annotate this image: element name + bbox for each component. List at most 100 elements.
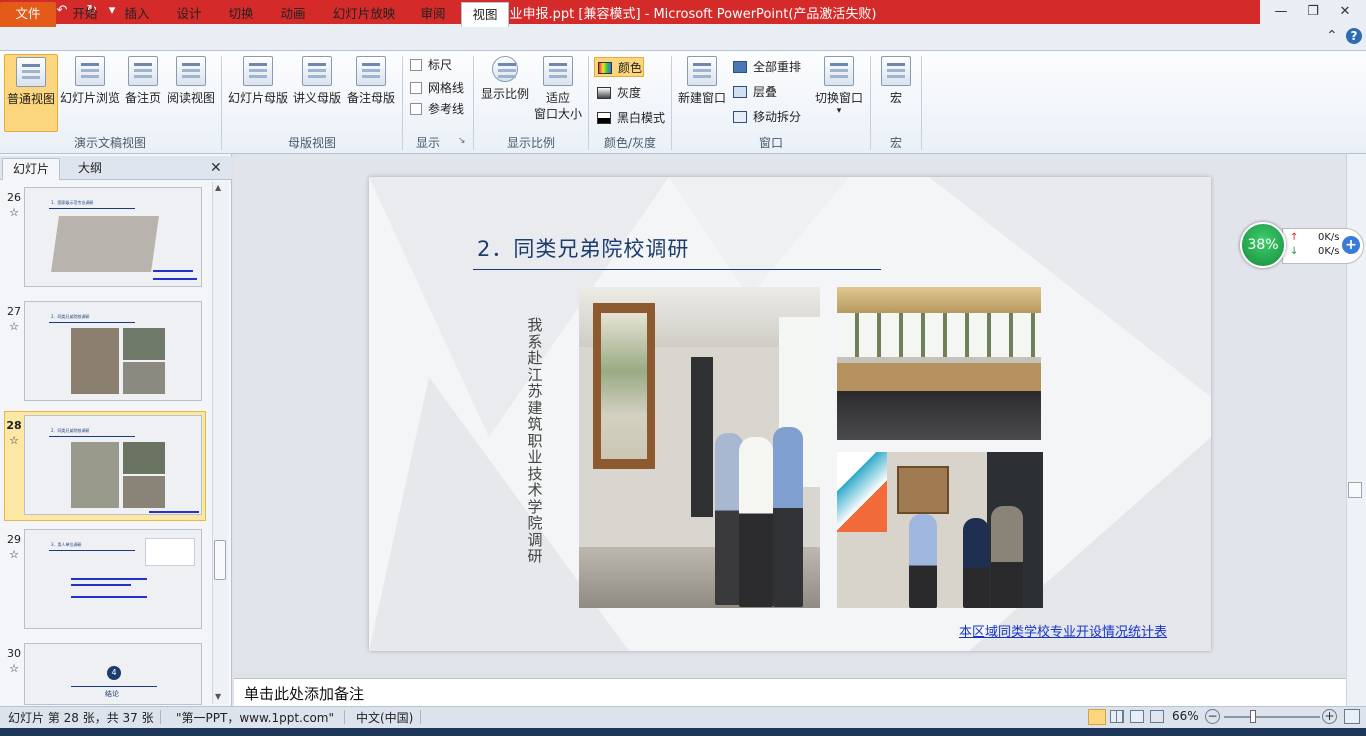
thumb-link	[149, 511, 199, 513]
tab-review[interactable]: 审阅	[410, 2, 456, 27]
cascade-button[interactable]: 层叠	[733, 82, 777, 102]
group-separator	[921, 56, 922, 150]
slide-master-button[interactable]: 幻灯片母版	[227, 54, 289, 132]
star-icon: ☆	[9, 662, 19, 675]
notes-pane[interactable]	[234, 678, 1346, 706]
tab-animations[interactable]: 动画	[270, 2, 316, 27]
theme-name-status[interactable]: "第一PPT，www.1ppt.com"	[176, 709, 334, 726]
photo-person	[773, 427, 803, 607]
ribbon-tab-row	[0, 24, 1366, 51]
thumb-logo	[145, 538, 195, 566]
slide-thumbnail-26[interactable]: 1．国家级示范专业调研	[24, 187, 202, 287]
handout-master-button[interactable]: 讲义母版	[290, 54, 344, 132]
grayscale-swatch-icon	[597, 87, 611, 99]
collapse-ribbon-icon[interactable]: ⌃	[1326, 28, 1338, 44]
scroll-up-arrow-icon[interactable]: ▲	[215, 183, 221, 192]
ruler-check-box[interactable]	[410, 59, 422, 71]
help-icon[interactable]: ?	[1346, 28, 1362, 44]
zoom-in-button[interactable]: +	[1322, 709, 1337, 724]
grayscale-button[interactable]: 灰度	[597, 83, 641, 103]
arrange-all-label: 全部重排	[753, 60, 802, 74]
scrollbar-thumb[interactable]	[1348, 482, 1362, 498]
macros-button[interactable]: 宏	[876, 54, 916, 132]
group-label-master-views: 母版视图	[287, 136, 336, 150]
gridlines-checkbox[interactable]: 网格线	[410, 78, 464, 98]
restore-button[interactable]: ❐	[1298, 2, 1328, 22]
notes-page-icon	[128, 56, 158, 86]
photo-exhibition[interactable]	[837, 452, 1043, 608]
reading-view-button[interactable]: 阅读视图	[165, 54, 217, 132]
notes-placeholder[interactable]: 单击此处添加备注	[244, 683, 364, 704]
slide-thumbnail-27[interactable]: 2．同类兄弟院校调研	[24, 301, 202, 401]
star-icon: ☆	[9, 206, 19, 219]
fit-label-line1: 适应	[545, 91, 570, 105]
fit-window-icon	[543, 56, 573, 86]
zoom-slider-track[interactable]	[1224, 716, 1320, 718]
tab-design[interactable]: 设计	[166, 2, 212, 27]
slide-title[interactable]: 2．同类兄弟院校调研	[477, 233, 689, 263]
reading-view-status-icon[interactable]	[1130, 710, 1144, 723]
zoom-level[interactable]: 66%	[1172, 709, 1199, 723]
black-white-button[interactable]: 黑白模式	[597, 108, 665, 128]
group-label-macros: 宏	[889, 136, 902, 150]
network-speed-widget[interactable]: ↑ 0K/s ↓ 0K/s + 38%	[1240, 222, 1366, 268]
slideshow-status-icon[interactable]	[1150, 710, 1164, 723]
photo-windows	[837, 313, 1041, 357]
thumb-photo	[51, 216, 159, 272]
handout-master-icon	[302, 56, 332, 86]
ruler-checkbox[interactable]: 标尺	[410, 55, 452, 75]
thumb-photo	[71, 328, 119, 394]
tab-slides[interactable]: 幻灯片	[2, 158, 61, 180]
move-split-button[interactable]: 移动拆分	[733, 107, 801, 127]
tab-file[interactable]: 文件	[0, 2, 56, 27]
slides-pane-scrollbar[interactable]	[212, 182, 228, 704]
switch-windows-button[interactable]: 切换窗口 ▾	[813, 54, 865, 132]
language-status[interactable]: 中文(中国)	[356, 709, 413, 726]
slide-thumbnail-28[interactable]: 2．同类兄弟院校调研	[24, 415, 202, 515]
arrange-all-button[interactable]: 全部重排	[733, 57, 801, 77]
tab-home[interactable]: 开始	[62, 2, 108, 27]
close-pane-icon[interactable]: ✕	[210, 160, 222, 176]
current-slide[interactable]: 2．同类兄弟院校调研 我系赴江苏建筑职业技术学院调研 本区域同类学校专业开设情况…	[369, 177, 1211, 651]
notes-master-button[interactable]: 备注母版	[345, 54, 397, 132]
guides-checkbox[interactable]: 参考线	[410, 99, 464, 119]
tab-slideshow[interactable]: 幻灯片放映	[322, 2, 406, 27]
zoom-slider-thumb[interactable]	[1250, 710, 1256, 723]
slide-sorter-status-icon[interactable]	[1110, 710, 1124, 723]
photo-hallway-poster[interactable]	[579, 287, 820, 608]
slide-thumbnail-29[interactable]: 3．用人单位调研	[24, 529, 202, 629]
slide-sorter-button[interactable]: 幻灯片浏览	[59, 54, 121, 132]
new-window-button[interactable]: 新建窗口	[676, 54, 728, 132]
tab-insert[interactable]: 插入	[114, 2, 160, 27]
normal-view-button[interactable]: 普通视图	[4, 54, 58, 132]
gridlines-check-box[interactable]	[410, 82, 422, 94]
expand-plus-icon[interactable]: +	[1342, 236, 1360, 254]
slide-sorter-icon	[75, 56, 105, 86]
slide-vertical-text[interactable]: 我系赴江苏建筑职业技术学院调研	[524, 317, 546, 565]
minimize-button[interactable]: —	[1266, 2, 1296, 22]
slide-thumbnail-30[interactable]: 4 结论	[24, 643, 202, 705]
color-button[interactable]: 颜色	[594, 57, 644, 77]
statistics-table-link[interactable]: 本区域同类学校专业开设情况统计表	[959, 621, 1167, 640]
zoom-button[interactable]: 显示比例	[478, 54, 532, 132]
zoom-out-button[interactable]: −	[1205, 709, 1220, 724]
thumb-rule	[49, 550, 135, 551]
photo-person	[991, 506, 1023, 608]
fit-to-window-button[interactable]: 适应 窗口大小	[533, 54, 583, 132]
show-dialog-launcher-icon[interactable]: ↘	[458, 136, 466, 146]
fit-slide-status-icon[interactable]	[1344, 709, 1360, 724]
scroll-down-arrow-icon[interactable]: ▼	[215, 692, 221, 701]
normal-view-label: 普通视图	[6, 92, 55, 106]
photo-person	[909, 514, 937, 608]
close-button[interactable]: ✕	[1330, 2, 1360, 22]
tab-outline[interactable]: 大纲	[68, 158, 112, 180]
photo-meeting-room[interactable]	[837, 287, 1041, 440]
tab-transitions[interactable]: 切换	[218, 2, 264, 27]
scrollbar-thumb[interactable]	[214, 540, 226, 580]
normal-view-status-icon[interactable]	[1088, 709, 1106, 725]
reading-view-label: 阅读视图	[166, 91, 215, 105]
guides-check-box[interactable]	[410, 103, 422, 115]
os-taskbar-strip	[0, 728, 1366, 736]
tab-view[interactable]: 视图	[461, 2, 509, 27]
notes-page-button[interactable]: 备注页	[122, 54, 164, 132]
